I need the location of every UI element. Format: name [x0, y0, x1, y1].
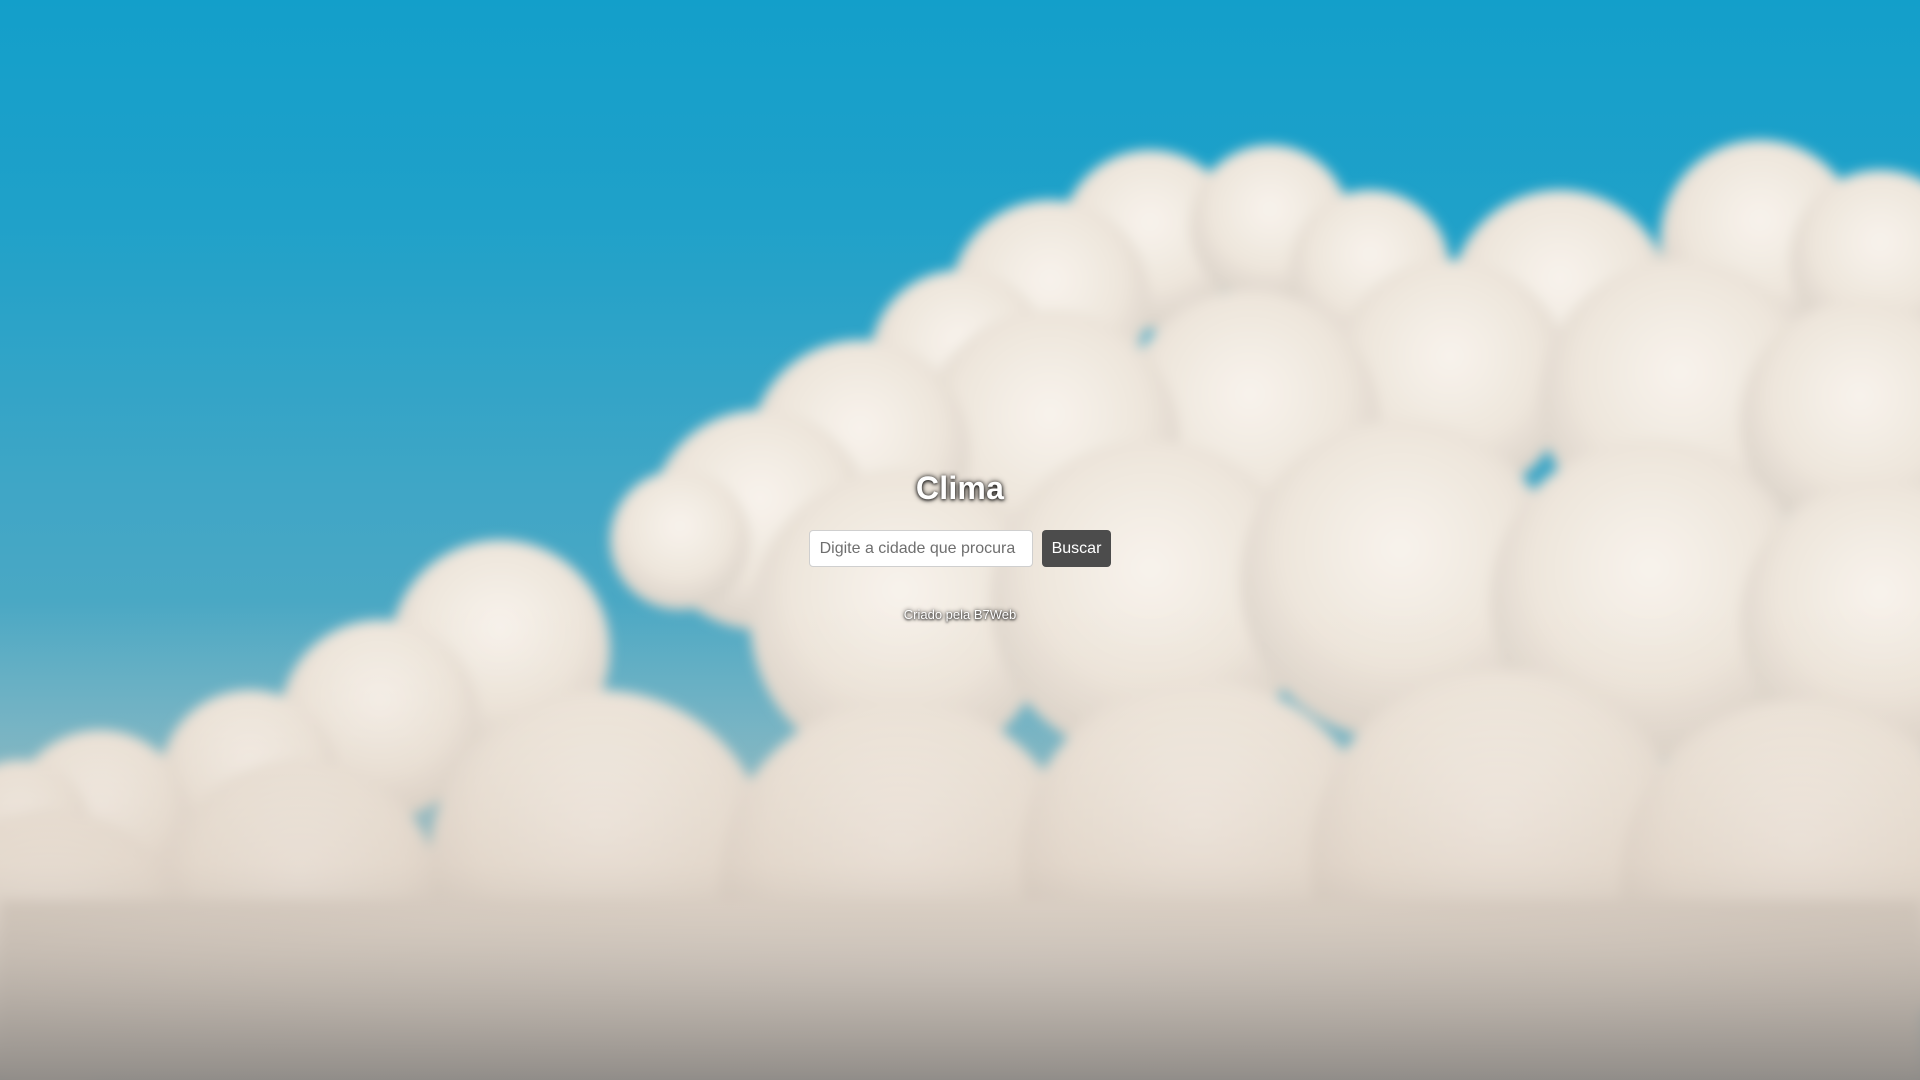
- main-content: Clima Buscar Criado pela B7Web: [0, 470, 1920, 622]
- search-button[interactable]: Buscar: [1041, 530, 1112, 567]
- footer-credit: Criado pela B7Web: [903, 607, 1017, 622]
- search-form: Buscar: [0, 530, 1920, 567]
- city-search-input[interactable]: [808, 530, 1033, 567]
- page-title: Clima: [915, 470, 1005, 506]
